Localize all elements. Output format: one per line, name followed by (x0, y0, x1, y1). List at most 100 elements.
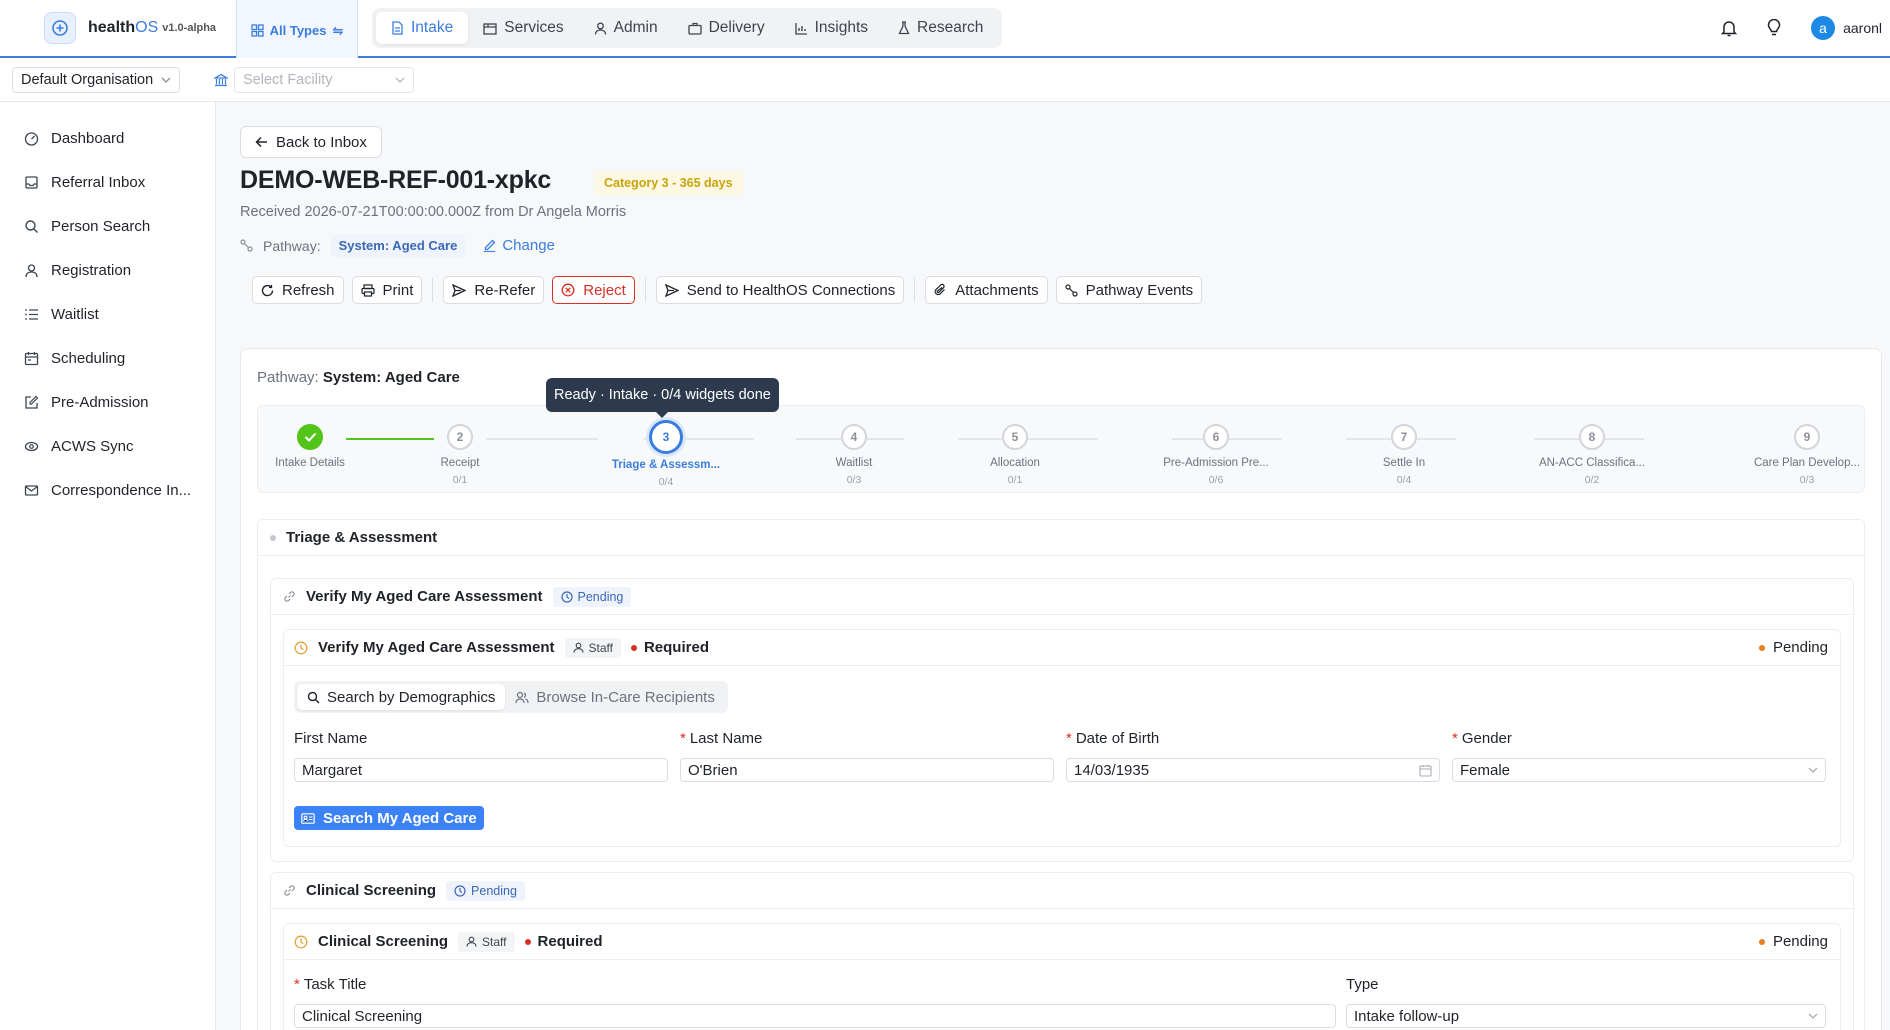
all-types-label: All Types (269, 23, 327, 38)
link-icon (284, 885, 295, 896)
staff-label: Staff (482, 934, 507, 949)
step-number: 3 (649, 420, 683, 454)
back-to-inbox-button[interactable]: Back to Inbox (240, 126, 382, 158)
id-card-icon (301, 812, 315, 824)
gender-select[interactable]: Female (1452, 758, 1826, 782)
step-count: 0/3 (846, 474, 862, 486)
required-dot (524, 938, 531, 945)
brand-logo[interactable]: healthOS v1.0-alpha (0, 0, 236, 56)
task-title-value: Clinical Screening (302, 1007, 423, 1025)
all-types-switcher[interactable]: All Types ⇋ (236, 0, 358, 61)
chevron-down-icon (395, 77, 405, 83)
status-dot (1758, 938, 1765, 945)
step-tooltip: Ready · Intake · 0/4 widgets done (546, 378, 779, 418)
page-title: DEMO-WEB-REF-001-xpkc (240, 166, 552, 194)
sidebar-item-acws-sync[interactable]: ACWS Sync (0, 424, 215, 468)
nav-insights[interactable]: Insights (780, 12, 883, 44)
lightbulb-icon[interactable] (1767, 19, 1781, 37)
sidebar-item-referral-inbox[interactable]: Referral Inbox (0, 160, 215, 204)
sidebar-item-person-search[interactable]: Person Search (0, 204, 215, 248)
link-icon (284, 591, 295, 602)
clock-icon (294, 935, 308, 948)
step-count: 0/4 (1396, 474, 1412, 486)
type-value: Intake follow-up (1354, 1007, 1460, 1025)
sidebar-item-correspondence[interactable]: Correspondence In... (0, 468, 215, 512)
dob-field[interactable]: 14/03/1935 (1066, 758, 1440, 782)
brand-name: healthOS (88, 19, 159, 36)
step-triage-assessment[interactable]: 3 Triage & Assessm... 0/4 (591, 406, 741, 488)
refresh-button[interactable]: Refresh (252, 276, 344, 304)
search-my-aged-care-button[interactable]: Search My Aged Care (294, 806, 484, 830)
first-name-label: First Name (294, 730, 368, 747)
step-number: 5 (1002, 424, 1028, 450)
nav-research[interactable]: Research (883, 12, 998, 44)
step-allocation[interactable]: 5 Allocation 0/1 (940, 406, 1090, 486)
pathway-stepper: Intake Details 2 Receipt 0/1 3 Triage & … (257, 405, 1865, 493)
list-icon (25, 308, 38, 320)
mail-icon (24, 484, 39, 496)
step-count: 0/2 (1584, 474, 1600, 486)
action-toolbar: Refresh Print Re-Refer Reject Send to He… (252, 276, 1203, 304)
staff-icon (466, 936, 477, 947)
step-care-plan[interactable]: 9 Care Plan Develop... 0/3 (1732, 406, 1882, 486)
last-name-field[interactable]: O'Brien (680, 758, 1054, 782)
edit-icon (484, 239, 496, 252)
change-pathway-link[interactable]: Change (483, 237, 555, 254)
step-pre-admission[interactable]: 6 Pre-Admission Pre... 0/6 (1141, 406, 1291, 486)
nav-admin[interactable]: Admin (579, 12, 673, 44)
nav-intake[interactable]: Intake (376, 12, 469, 44)
back-label: Back to Inbox (276, 133, 367, 151)
task-title-label: * Task Title (294, 976, 367, 993)
step-count: 0/1 (452, 474, 468, 486)
close-circle-icon (561, 283, 575, 297)
clock-icon (560, 590, 573, 603)
user-menu[interactable]: a aaronl (1811, 16, 1882, 40)
step-label: Waitlist (835, 457, 873, 469)
task-status: Pending (1758, 933, 1828, 950)
facility-select[interactable]: Select Facility (234, 66, 414, 93)
top-bar: healthOS v1.0-alpha All Types ⇋ Intake S… (0, 0, 1890, 61)
send-to-connections-button[interactable]: Send to HealthOS Connections (655, 276, 905, 304)
reject-label: Reject (583, 281, 626, 299)
chevron-down-icon (1808, 767, 1818, 773)
attachments-button[interactable]: Attachments (925, 276, 1048, 304)
task-title-field[interactable]: Clinical Screening (294, 1004, 1336, 1028)
staff-label: Staff (588, 640, 613, 655)
first-name-field[interactable]: Margaret (294, 758, 668, 782)
nav-services[interactable]: Services (468, 12, 578, 44)
type-select[interactable]: Intake follow-up (1346, 1004, 1826, 1028)
step-label: Allocation (990, 457, 1040, 469)
sidebar-item-pre-admission[interactable]: Pre-Admission (0, 380, 215, 424)
section-dot (270, 534, 276, 541)
sidebar-item-dashboard[interactable]: Dashboard (0, 116, 215, 160)
organisation-select[interactable]: Default Organisation (12, 66, 180, 93)
widget-clinical-screening: Clinical Screening Pending Clinical Scre… (270, 872, 1854, 1030)
reject-button[interactable]: Reject (552, 276, 635, 304)
print-button[interactable]: Print (351, 276, 423, 304)
card-pathway-value: System: Aged Care (322, 369, 460, 386)
sidebar-item-scheduling[interactable]: Scheduling (0, 336, 215, 380)
bell-icon[interactable] (1721, 19, 1738, 37)
nav-delivery[interactable]: Delivery (673, 12, 780, 44)
step-an-acc-classification[interactable]: 8 AN-ACC Classifica... 0/2 (1517, 406, 1667, 486)
calendar-icon[interactable] (1419, 764, 1432, 777)
tab-browse-in-care[interactable]: Browse In-Care Recipients (505, 684, 724, 710)
sync-icon (24, 441, 39, 451)
step-number: 2 (447, 424, 473, 450)
search-icon (25, 219, 38, 233)
nav-services-label: Services (504, 19, 564, 36)
pathway-events-button[interactable]: Pathway Events (1055, 276, 1203, 304)
step-receipt[interactable]: 2 Receipt 0/1 (385, 406, 535, 486)
step-intake-details[interactable]: Intake Details (235, 406, 385, 469)
step-label: Intake Details (275, 457, 345, 469)
sidebar-item-waitlist[interactable]: Waitlist (0, 292, 215, 336)
step-settle-in[interactable]: 7 Settle In 0/4 (1329, 406, 1479, 486)
tab-search-by-demographics[interactable]: Search by Demographics (297, 684, 506, 710)
sidebar-item-registration[interactable]: Registration (0, 248, 215, 292)
step-waitlist[interactable]: 4 Waitlist 0/3 (779, 406, 929, 486)
briefcase-icon (687, 22, 702, 35)
step-count: 0/4 (658, 476, 674, 488)
re-refer-button[interactable]: Re-Refer (443, 276, 545, 304)
clock-icon (294, 641, 308, 654)
edit-icon (25, 395, 39, 409)
